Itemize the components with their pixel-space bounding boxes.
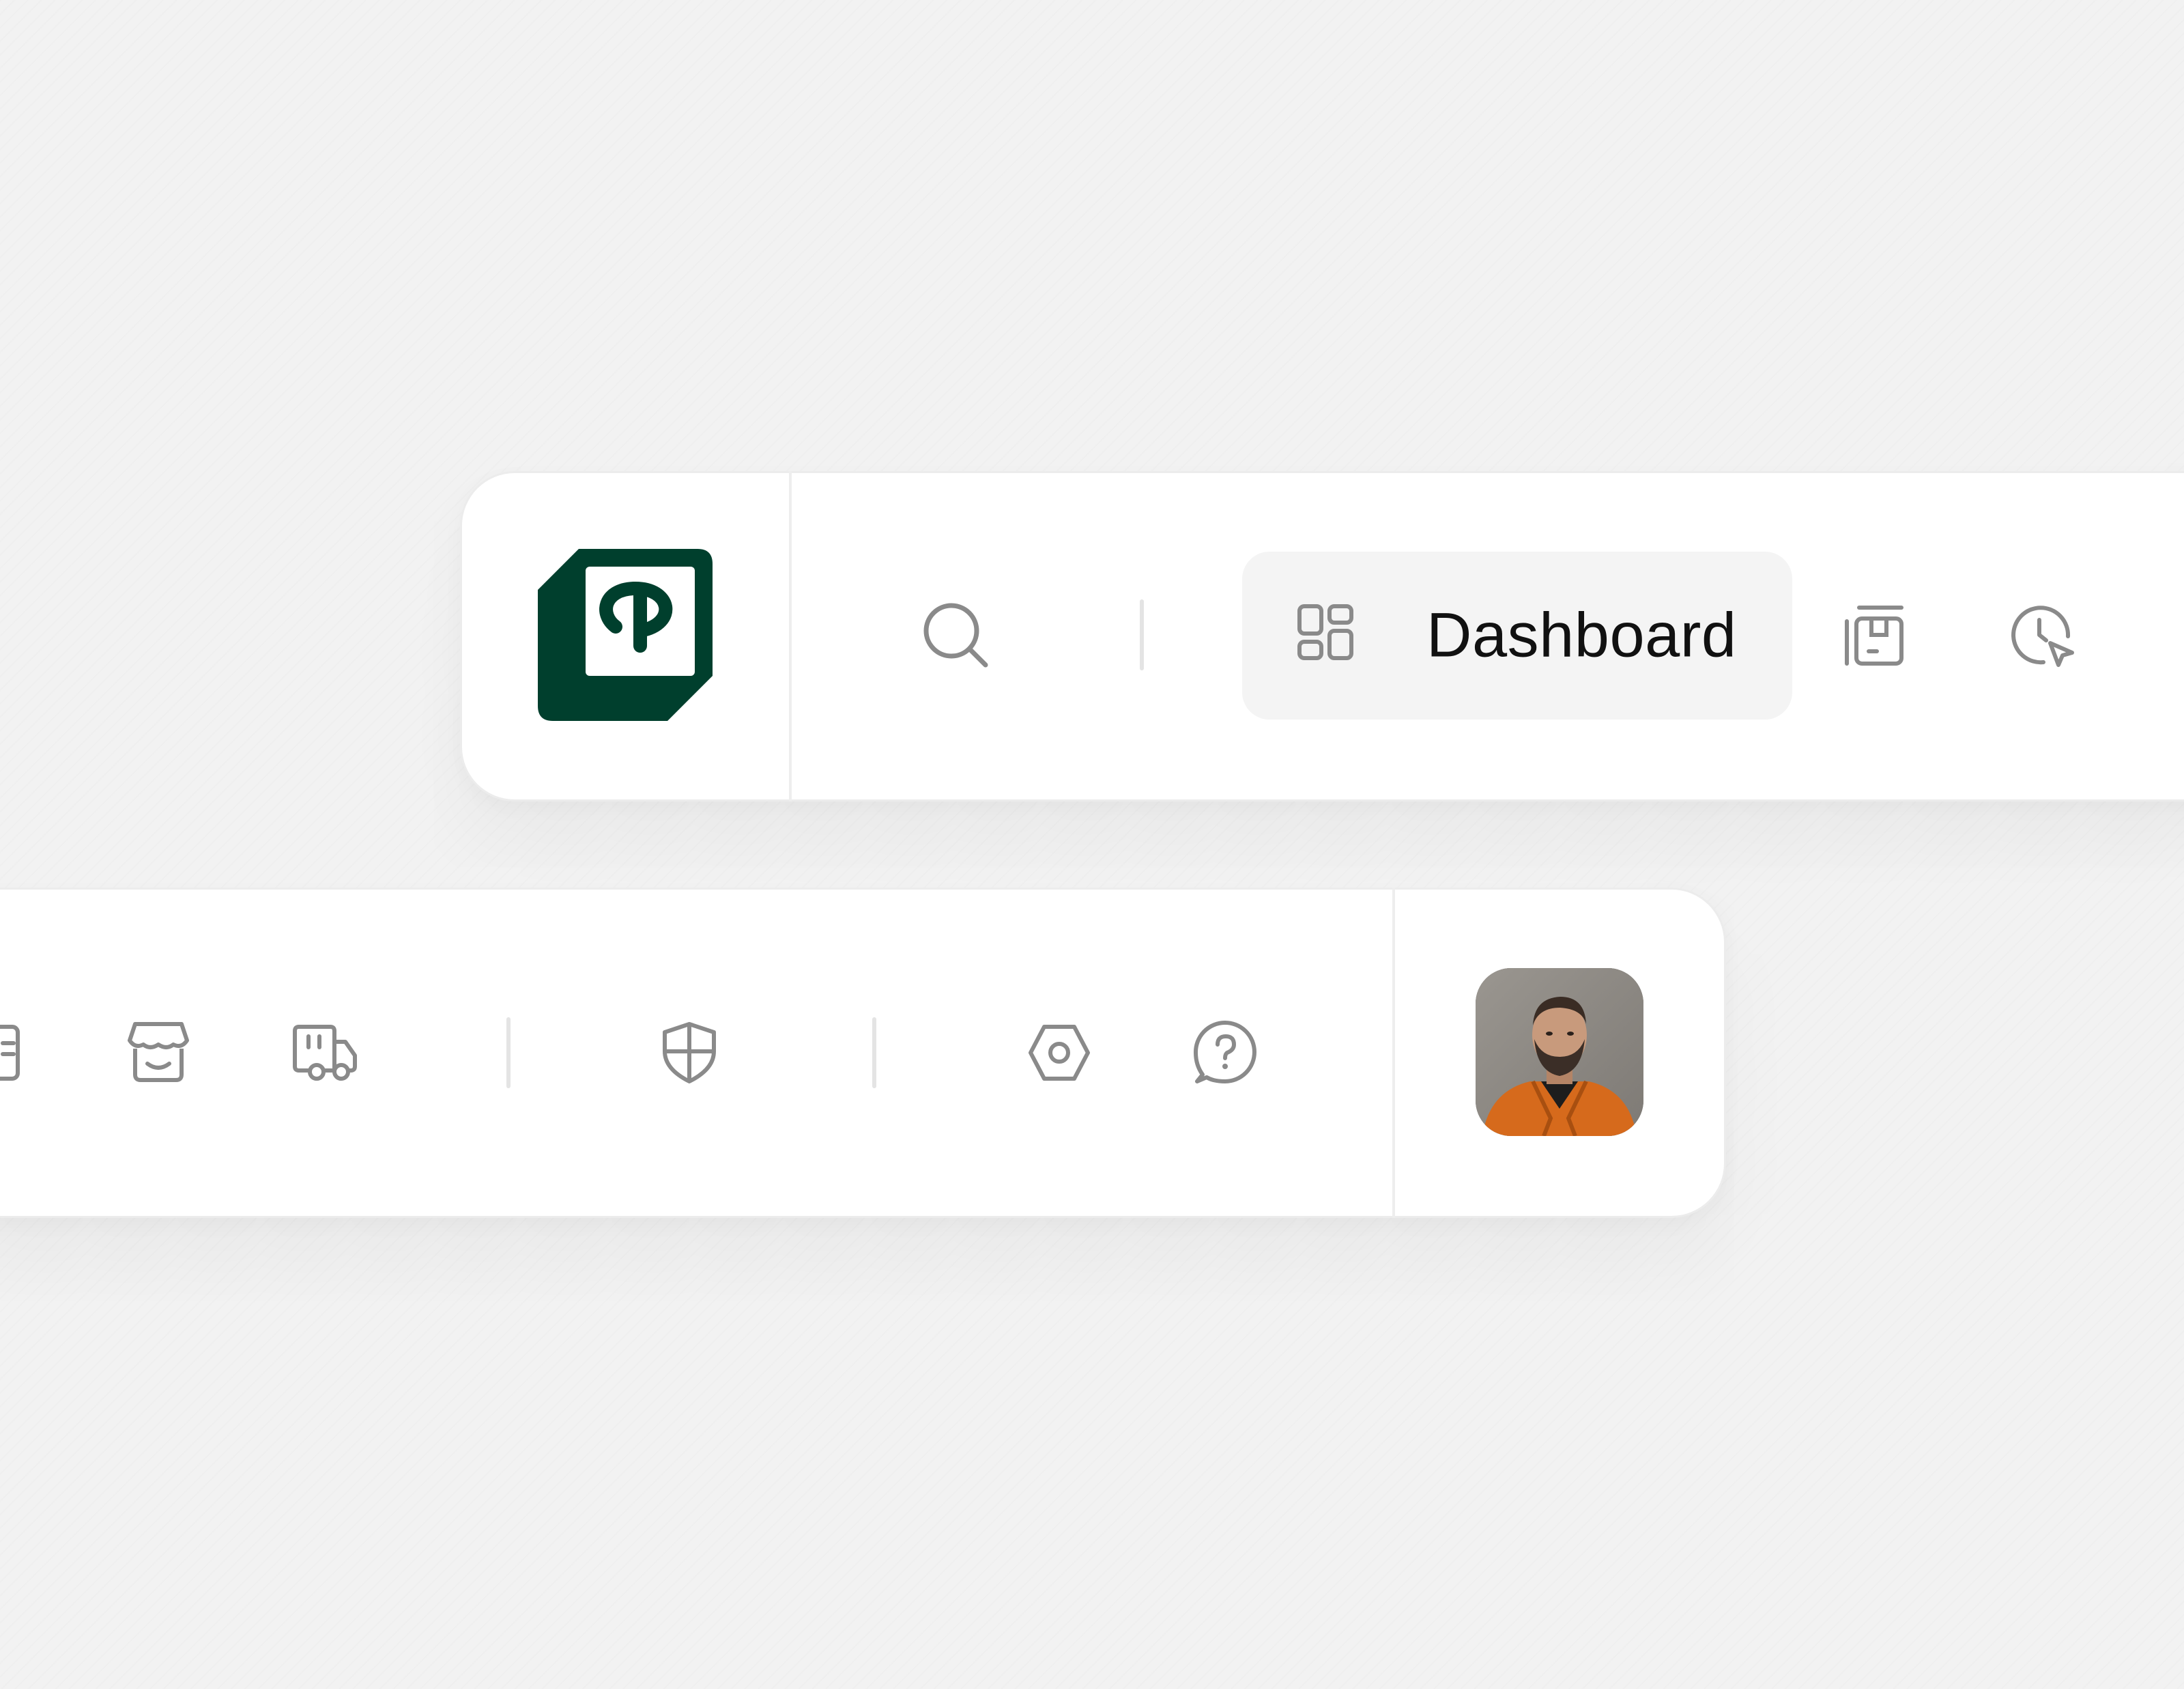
bottom-navigation-bar bbox=[0, 888, 1726, 1218]
bottom-separator-2 bbox=[872, 1017, 876, 1088]
logo-divider bbox=[789, 471, 792, 801]
settings-hexagon-icon[interactable] bbox=[1028, 1024, 1091, 1081]
nav-item-label: Dashboard bbox=[1426, 600, 1737, 670]
dashboard-grid-icon bbox=[1297, 604, 1354, 661]
delivery-truck-icon[interactable] bbox=[292, 1024, 358, 1081]
user-avatar[interactable] bbox=[1476, 968, 1643, 1136]
clock-cursor-icon[interactable] bbox=[2009, 602, 2075, 668]
bottom-separator-1 bbox=[506, 1017, 511, 1088]
search-icon[interactable] bbox=[921, 601, 990, 669]
shield-icon[interactable] bbox=[661, 1021, 718, 1084]
document-icon[interactable] bbox=[0, 1024, 22, 1081]
inventory-box-icon[interactable] bbox=[1844, 605, 1906, 668]
help-chat-icon[interactable] bbox=[1193, 1020, 1257, 1084]
top-separator bbox=[1140, 599, 1144, 670]
store-icon[interactable] bbox=[127, 1021, 190, 1083]
nav-item-dashboard[interactable]: Dashboard bbox=[1242, 552, 1792, 720]
brand-logo-icon[interactable] bbox=[538, 549, 713, 722]
avatar-divider bbox=[1392, 888, 1395, 1218]
